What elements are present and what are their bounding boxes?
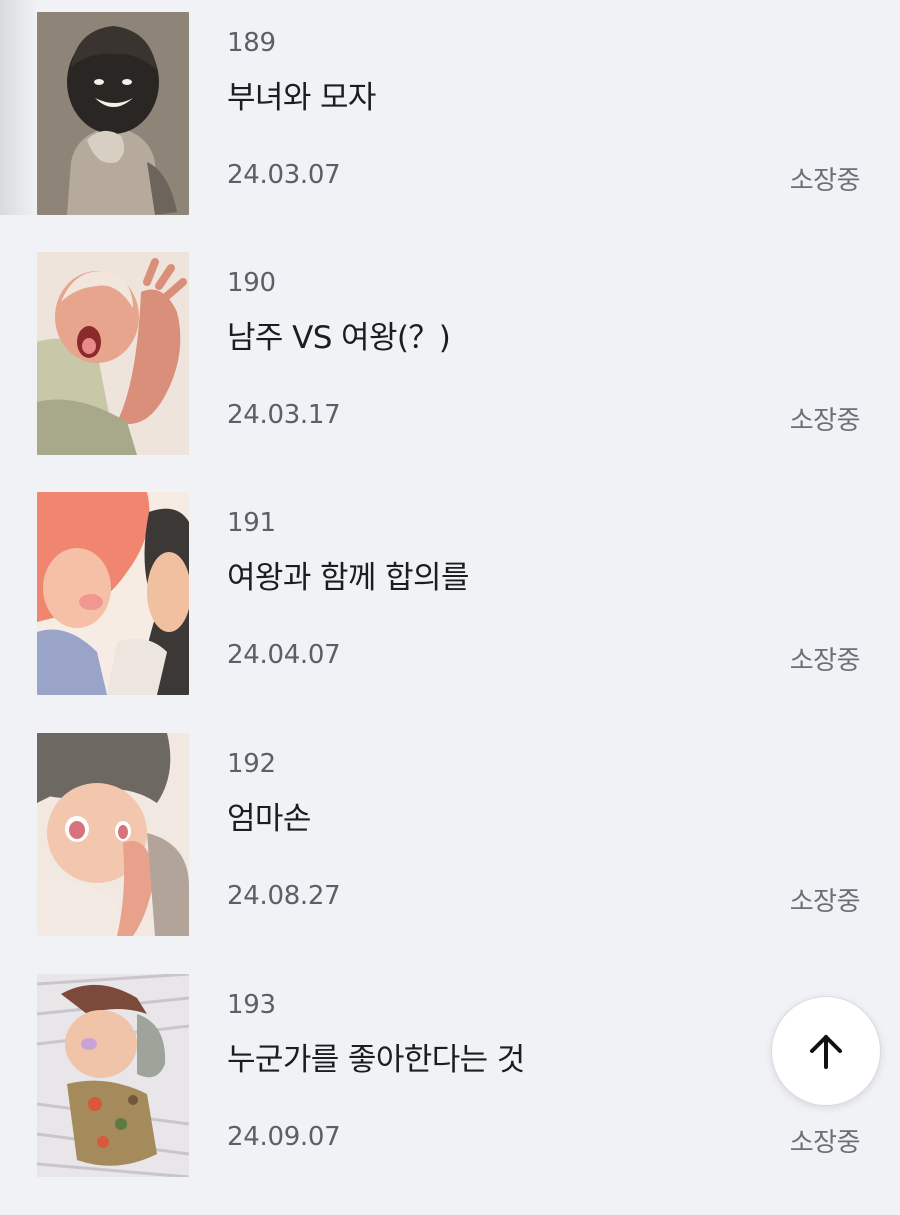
episode-thumbnail[interactable] — [37, 974, 189, 1177]
episode-number: 193 — [227, 990, 276, 1020]
episode-number: 191 — [227, 508, 276, 538]
episode-number: 192 — [227, 749, 276, 779]
ownership-status: 소장중 — [789, 1128, 861, 1158]
ownership-status: 소장중 — [789, 406, 861, 436]
episode-date: 24.04.07 — [227, 640, 341, 670]
episode-number: 190 — [227, 268, 276, 298]
episode-item-189[interactable]: 189 부녀와 모자 24.03.07 소장중 — [0, 0, 900, 215]
episode-number: 189 — [227, 28, 276, 58]
ownership-status: 소장중 — [789, 646, 861, 676]
episode-date: 24.09.07 — [227, 1122, 341, 1152]
episode-date: 24.08.27 — [227, 881, 341, 911]
episode-189-thumbnail-image — [37, 12, 189, 215]
episode-date: 24.03.17 — [227, 400, 341, 430]
arrow-up-icon — [810, 1035, 842, 1069]
episode-title: 남주 VS 여왕(？) — [227, 320, 451, 356]
ownership-status: 소장중 — [789, 887, 861, 917]
episode-title: 누군가를 좋아한다는 것 — [227, 1042, 525, 1078]
episode-item-191[interactable]: 191 여왕과 함께 합의를 24.04.07 소장중 — [0, 480, 900, 695]
episode-item-190[interactable]: 190 남주 VS 여왕(？) 24.03.17 소장중 — [0, 240, 900, 455]
episode-title: 부녀와 모자 — [227, 80, 376, 116]
episode-thumbnail[interactable] — [37, 12, 189, 215]
episode-item-192[interactable]: 192 엄마손 24.08.27 소장중 — [0, 721, 900, 936]
episode-190-thumbnail-image — [37, 252, 189, 455]
ownership-status: 소장중 — [789, 166, 861, 196]
episode-thumbnail[interactable] — [37, 733, 189, 936]
episode-thumbnail[interactable] — [37, 252, 189, 455]
episode-title: 엄마손 — [227, 801, 311, 837]
episode-193-thumbnail-image — [37, 974, 189, 1177]
scroll-to-top-button[interactable] — [771, 996, 881, 1106]
episode-191-thumbnail-image — [37, 492, 189, 695]
episode-title: 여왕과 함께 합의를 — [227, 560, 469, 596]
episode-list: 189 부녀와 모자 24.03.07 소장중 190 남주 VS 여왕(？) … — [0, 0, 900, 1215]
episode-192-thumbnail-image — [37, 733, 189, 936]
episode-thumbnail[interactable] — [37, 492, 189, 695]
episode-date: 24.03.07 — [227, 160, 341, 190]
episode-item-193[interactable]: 193 누군가를 좋아한다는 것 24.09.07 소장중 — [0, 962, 900, 1177]
